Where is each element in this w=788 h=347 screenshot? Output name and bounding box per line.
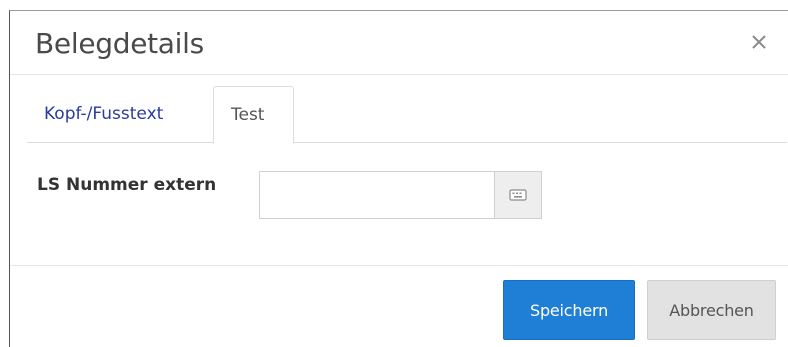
dialog-header: Belegdetails — [10, 11, 788, 75]
belegdetails-dialog: Belegdetails Kopf-/Fusstext Test LS Numm… — [9, 10, 788, 347]
keyboard-icon — [509, 189, 527, 201]
save-button[interactable]: Speichern — [503, 280, 635, 340]
cancel-button[interactable]: Abbrechen — [647, 280, 776, 340]
close-icon — [752, 35, 766, 49]
tab-test[interactable]: Test — [213, 86, 294, 144]
ls-nummer-extern-group — [259, 171, 542, 219]
keyboard-button[interactable] — [494, 171, 542, 219]
tab-bar: Kopf-/Fusstext Test — [27, 86, 787, 144]
ls-nummer-extern-label: LS Nummer extern — [37, 175, 217, 195]
ls-nummer-extern-input[interactable] — [259, 171, 494, 219]
dialog-footer: Speichern Abbrechen — [10, 265, 788, 347]
close-button[interactable] — [748, 31, 770, 53]
dialog-title: Belegdetails — [35, 27, 204, 60]
tab-kopf-fusstext[interactable]: Kopf-/Fusstext — [27, 86, 209, 143]
